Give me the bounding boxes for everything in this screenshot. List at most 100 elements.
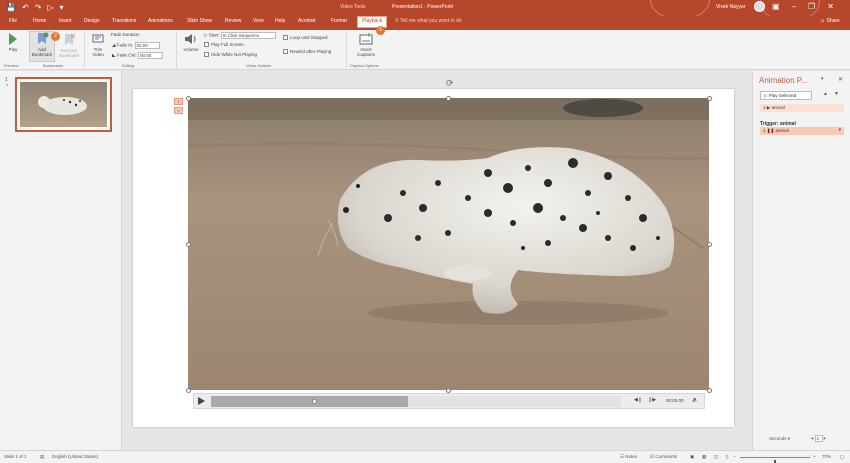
bookmark-marker[interactable] <box>312 399 317 404</box>
mute-icon[interactable]: 🔈 <box>692 397 698 403</box>
animation-item[interactable]: 1 ▶ animal <box>760 104 844 112</box>
resize-handle-left[interactable] <box>186 242 191 247</box>
rotate-handle-icon[interactable]: ⟳ <box>446 78 454 89</box>
tab-design[interactable]: Design <box>84 18 100 24</box>
timeline-zoom-control[interactable]: ◂ 2 ▸ <box>811 435 826 442</box>
share-button[interactable]: ☺ Share <box>820 18 840 24</box>
tab-slide-show[interactable]: Slide Show <box>187 18 212 24</box>
step-back-icon[interactable]: ◀❙ <box>634 397 642 403</box>
insert-captions-button[interactable]: Insert Captions <box>352 33 380 57</box>
minimize-icon[interactable]: – <box>792 2 796 11</box>
step-forward-icon[interactable]: ❙▶ <box>648 397 656 403</box>
zoom-out-icon[interactable]: − <box>733 454 736 459</box>
rewind-after-playing-checkbox[interactable] <box>283 49 288 55</box>
share-label: Share <box>826 18 840 24</box>
zoom-in-icon[interactable]: + <box>813 454 816 459</box>
notes-label: Notes <box>625 454 638 459</box>
start-select[interactable]: In Click Sequence <box>220 32 276 39</box>
rewind-after-playing-option[interactable]: Rewind after Playing <box>283 49 331 55</box>
document-title: Presentation1 - PowerPoint <box>392 4 453 10</box>
tab-animations[interactable]: Animations <box>148 18 173 24</box>
step-badge: 1 <box>376 26 385 35</box>
group-label-bookmarks: Bookmarks <box>43 63 64 68</box>
normal-view-icon[interactable]: ▣ <box>690 454 694 460</box>
tab-file[interactable]: File <box>9 18 17 24</box>
video-timeline[interactable] <box>211 396 621 407</box>
tab-acrobat[interactable]: Acrobat <box>298 18 315 24</box>
tab-review[interactable]: Review <box>225 18 241 24</box>
hide-while-not-playing-option[interactable]: Hide While Not Playing <box>204 52 257 58</box>
play-full-screen-option[interactable]: Play Full Screen <box>204 42 244 48</box>
trim-video-button[interactable]: Trim Video <box>89 33 107 57</box>
tab-insert[interactable]: Insert <box>59 18 72 24</box>
tab-transitions[interactable]: Transitions <box>112 18 136 24</box>
resize-handle-top[interactable] <box>446 96 451 101</box>
video-object[interactable] <box>188 98 709 390</box>
add-bookmark-icon <box>38 32 49 44</box>
slide-sorter-icon[interactable]: ▦ <box>702 454 706 460</box>
play-button[interactable]: Play <box>5 33 21 52</box>
pane-options-icon[interactable]: ▾ <box>821 76 824 82</box>
close-icon[interactable]: ✕ <box>827 2 834 11</box>
resize-handle-bottom-left[interactable] <box>186 388 191 393</box>
hide-while-not-playing-checkbox[interactable] <box>204 52 209 58</box>
insert-captions-icon <box>359 33 373 45</box>
tab-view[interactable]: View <box>253 18 264 24</box>
ribbon-display-icon[interactable]: ▣ <box>772 2 780 11</box>
play-full-screen-checkbox[interactable] <box>204 42 209 48</box>
remove-bookmark-button[interactable]: Remove Bookmark <box>57 33 81 58</box>
resize-handle-bottom-right[interactable] <box>707 388 712 393</box>
fade-out-input[interactable]: 00.00 <box>138 52 164 59</box>
tab-home[interactable]: Home <box>33 18 46 24</box>
move-down-icon[interactable]: ▼ <box>834 91 839 97</box>
seconds-dropdown[interactable]: Seconds ▾ <box>769 436 790 442</box>
restore-icon[interactable]: ❐ <box>808 2 815 11</box>
close-icon[interactable]: ✕ <box>838 76 843 83</box>
slide-thumbnail[interactable] <box>15 77 112 132</box>
group-divider <box>176 32 177 68</box>
zoom-slider[interactable] <box>740 457 810 463</box>
tell-me-search[interactable]: ⚲ Tell me what you want to do <box>395 18 462 24</box>
animation-tag-trigger[interactable]: ▿ <box>174 107 183 114</box>
animation-tag-number[interactable]: 1 <box>174 98 183 105</box>
language-indicator[interactable]: English (United States) <box>52 454 98 459</box>
loop-until-stopped-checkbox[interactable] <box>283 35 288 41</box>
video-play-icon[interactable] <box>198 397 205 405</box>
volume-button[interactable]: Volume <box>182 33 200 52</box>
trim-label-2: Video <box>92 52 104 57</box>
trim-video-icon <box>92 34 104 43</box>
undo-icon[interactable]: ↶ <box>22 3 29 12</box>
customize-icon[interactable]: ▾ <box>60 3 64 12</box>
avatar[interactable] <box>754 1 765 12</box>
volume-label: Volume <box>183 47 199 52</box>
tell-me-text: Tell me what you want to do <box>399 18 462 24</box>
save-icon[interactable]: 💾 <box>6 3 16 12</box>
spellcheck-icon[interactable]: ▤ <box>40 454 44 460</box>
contextual-tab-label: Video Tools <box>340 4 366 10</box>
tab-help[interactable]: Help <box>275 18 285 24</box>
play-selected-button[interactable]: ▷ Play Selected <box>760 91 812 100</box>
notes-button[interactable]: ☰ Notes <box>620 454 637 460</box>
fade-in-input[interactable]: 00.00 <box>134 42 160 49</box>
resize-handle-top-left[interactable] <box>186 96 191 101</box>
user-name[interactable]: Vivek Nayyar <box>716 4 745 10</box>
start-from-beginning-icon[interactable]: ▷ <box>47 3 53 12</box>
volume-icon <box>185 34 196 44</box>
loop-until-stopped-option[interactable]: Loop until Stopped <box>283 35 328 41</box>
resize-handle-right[interactable] <box>707 242 712 247</box>
ribbon-tabs: File Home Insert Design Transitions Anim… <box>0 16 850 30</box>
slide-show-icon[interactable]: ▯ <box>726 454 728 460</box>
resize-handle-top-right[interactable] <box>707 96 712 101</box>
move-up-icon[interactable]: ▲ <box>823 91 828 97</box>
trigger-animation-item[interactable]: 1 ❚❚ animal ▾ <box>760 127 844 135</box>
start-control: ▷ Start: In Click Sequence <box>204 32 276 39</box>
tab-format[interactable]: Format <box>331 18 347 24</box>
reading-view-icon[interactable]: ◫ <box>714 454 718 460</box>
fit-slide-icon[interactable]: ▢ <box>840 454 844 460</box>
redo-icon[interactable]: ↷ <box>35 3 42 12</box>
group-label-editing: Editing <box>122 63 135 68</box>
zoom-level[interactable]: 70% <box>822 454 831 459</box>
fade-out-icon: ◣ <box>112 52 116 58</box>
comments-button[interactable]: ☑ Comments <box>650 454 677 460</box>
item-dropdown-icon[interactable]: ▾ <box>839 127 841 133</box>
